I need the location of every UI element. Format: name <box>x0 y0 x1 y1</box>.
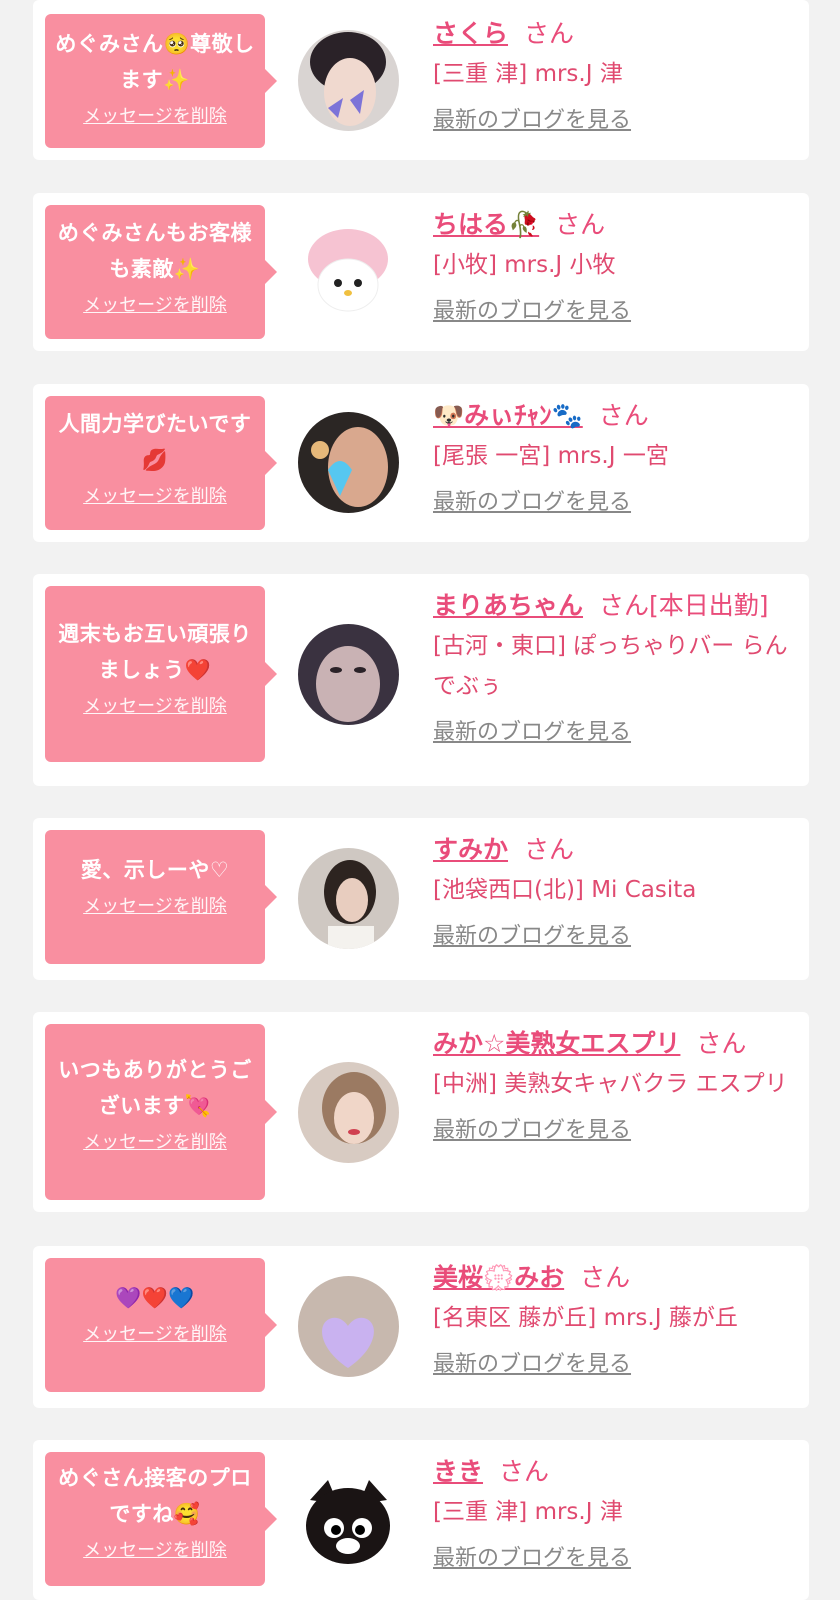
shop-info: [三重 津] mrs.J 津 <box>433 61 623 87</box>
message-card: 週末もお互い頑張りましょう❤️ メッセージを削除 まりあちゃん さん[本日出勤] … <box>33 574 809 786</box>
message-bubble: めぐさん接客のプロですね🥰 メッセージを削除 <box>45 1452 277 1586</box>
sender-info: ちはる🥀 さん [小牧] mrs.J 小牧 最新のブログを見る <box>433 205 793 325</box>
honorific: さん <box>499 1457 550 1486</box>
delete-message-link[interactable]: メッセージを削除 <box>83 1536 227 1562</box>
message-card: めぐみさん🥺尊敬します✨ メッセージを削除 さくら さん [三重 津] mrs.J… <box>33 0 809 160</box>
sender-info: さくら さん [三重 津] mrs.J 津 最新のブログを見る <box>433 14 793 134</box>
sender-name-link[interactable]: きき <box>433 1457 483 1486</box>
message-card: 💜❤️💙 メッセージを削除 美桜💮みお さん [名東区 藤が丘] mrs.J 藤が… <box>33 1246 809 1408</box>
message-bubble: 💜❤️💙 メッセージを削除 <box>45 1258 277 1392</box>
avatar[interactable] <box>298 30 399 131</box>
delete-message-link[interactable]: メッセージを削除 <box>83 482 227 508</box>
latest-blog-link[interactable]: 最新のブログを見る <box>433 1346 631 1378</box>
message-text: いつもありがとうございます💘 <box>58 1058 252 1118</box>
message-text: 愛、示しーや♡ <box>80 858 230 882</box>
avatar[interactable] <box>298 1276 399 1377</box>
delete-message-link[interactable]: メッセージを削除 <box>83 1320 227 1346</box>
latest-blog-link[interactable]: 最新のブログを見る <box>433 1112 631 1144</box>
delete-message-link[interactable]: メッセージを削除 <box>83 892 227 918</box>
avatar[interactable] <box>298 1062 399 1163</box>
delete-message-link[interactable]: メッセージを削除 <box>83 1128 227 1154</box>
honorific: さん <box>555 210 606 239</box>
sender-info: みか☆美熟女エスプリ さん [中洲] 美熟女キャバクラ エスプリ 最新のブログを見… <box>433 1024 793 1144</box>
message-text: 週末もお互い頑張りましょう❤️ <box>58 622 252 682</box>
latest-blog-link[interactable]: 最新のブログを見る <box>433 484 631 516</box>
shop-info: [古河・東口] ぽっちゃりバー らんでぶぅ <box>433 633 788 699</box>
latest-blog-link[interactable]: 最新のブログを見る <box>433 1540 631 1572</box>
message-card: 人間力学びたいです💋 メッセージを削除 🐶みぃﾁｬﾝ🐾 さん [尾張 一宮] mr… <box>33 384 809 542</box>
honorific: さん <box>580 1263 631 1292</box>
message-card: 愛、示しーや♡ メッセージを削除 すみか さん [池袋西口(北)] Mi Casi… <box>33 818 809 980</box>
sender-name-link[interactable]: まりあちゃん <box>433 591 583 620</box>
avatar[interactable] <box>298 848 399 949</box>
message-text: 💜❤️💙 <box>115 1286 195 1310</box>
delete-message-link[interactable]: メッセージを削除 <box>83 692 227 718</box>
message-text: めぐみさん🥺尊敬します✨ <box>55 32 255 92</box>
honorific: さん[本日出勤] <box>599 591 769 620</box>
avatar[interactable] <box>298 624 399 725</box>
shop-info: [尾張 一宮] mrs.J 一宮 <box>433 443 669 469</box>
sender-name-link[interactable]: すみか <box>433 835 508 864</box>
message-bubble: 週末もお互い頑張りましょう❤️ メッセージを削除 <box>45 586 277 762</box>
message-text: めぐみさんもお客様も素敵✨ <box>57 221 253 281</box>
delete-message-link[interactable]: メッセージを削除 <box>83 102 227 128</box>
message-text: 人間力学びたいです💋 <box>58 412 252 472</box>
message-bubble: 愛、示しーや♡ メッセージを削除 <box>45 830 277 964</box>
message-card: いつもありがとうございます💘 メッセージを削除 みか☆美熟女エスプリ さん [中洲… <box>33 1012 809 1212</box>
sender-name-link[interactable]: ちはる🥀 <box>433 210 539 239</box>
sender-name-link[interactable]: みか☆美熟女エスプリ <box>433 1029 680 1058</box>
message-bubble: 人間力学びたいです💋 メッセージを削除 <box>45 396 277 530</box>
sender-name-link[interactable]: 美桜💮みお <box>433 1263 564 1292</box>
honorific: さん <box>524 19 575 48</box>
shop-info: [小牧] mrs.J 小牧 <box>433 252 616 278</box>
latest-blog-link[interactable]: 最新のブログを見る <box>433 714 631 746</box>
message-bubble: めぐみさんもお客様も素敵✨ メッセージを削除 <box>45 205 277 339</box>
avatar[interactable] <box>298 412 399 513</box>
message-bubble: めぐみさん🥺尊敬します✨ メッセージを削除 <box>45 14 277 148</box>
message-bubble: いつもありがとうございます💘 メッセージを削除 <box>45 1024 277 1200</box>
avatar[interactable] <box>298 221 399 322</box>
sender-info: すみか さん [池袋西口(北)] Mi Casita 最新のブログを見る <box>433 830 793 950</box>
sender-info: 🐶みぃﾁｬﾝ🐾 さん [尾張 一宮] mrs.J 一宮 最新のブログを見る <box>433 396 793 516</box>
sender-info: 美桜💮みお さん [名東区 藤が丘] mrs.J 藤が丘 最新のブログを見る <box>433 1258 793 1378</box>
avatar[interactable] <box>298 1470 399 1571</box>
shop-info: [名東区 藤が丘] mrs.J 藤が丘 <box>433 1305 738 1331</box>
sender-info: きき さん [三重 津] mrs.J 津 最新のブログを見る <box>433 1452 793 1572</box>
honorific: さん <box>696 1029 747 1058</box>
latest-blog-link[interactable]: 最新のブログを見る <box>433 293 631 325</box>
message-card: めぐみさんもお客様も素敵✨ メッセージを削除 ちはる🥀 さん [小牧] mrs.J… <box>33 193 809 351</box>
sender-name-link[interactable]: 🐶みぃﾁｬﾝ🐾 <box>433 401 583 430</box>
message-text: めぐさん接客のプロですね🥰 <box>58 1466 252 1526</box>
shop-info: [池袋西口(北)] Mi Casita <box>433 877 697 903</box>
shop-info: [中洲] 美熟女キャバクラ エスプリ <box>433 1071 788 1097</box>
message-card: めぐさん接客のプロですね🥰 メッセージを削除 きき さん [三重 津] mrs.J… <box>33 1440 809 1600</box>
shop-info: [三重 津] mrs.J 津 <box>433 1499 623 1525</box>
latest-blog-link[interactable]: 最新のブログを見る <box>433 102 631 134</box>
honorific: さん <box>524 835 575 864</box>
message-list: めぐみさん🥺尊敬します✨ メッセージを削除 さくら さん [三重 津] mrs.J… <box>0 0 840 1600</box>
latest-blog-link[interactable]: 最新のブログを見る <box>433 918 631 950</box>
sender-info: まりあちゃん さん[本日出勤] [古河・東口] ぽっちゃりバー らんでぶぅ 最新の… <box>433 586 793 746</box>
sender-name-link[interactable]: さくら <box>433 19 508 48</box>
honorific: さん <box>598 401 649 430</box>
delete-message-link[interactable]: メッセージを削除 <box>83 291 227 317</box>
